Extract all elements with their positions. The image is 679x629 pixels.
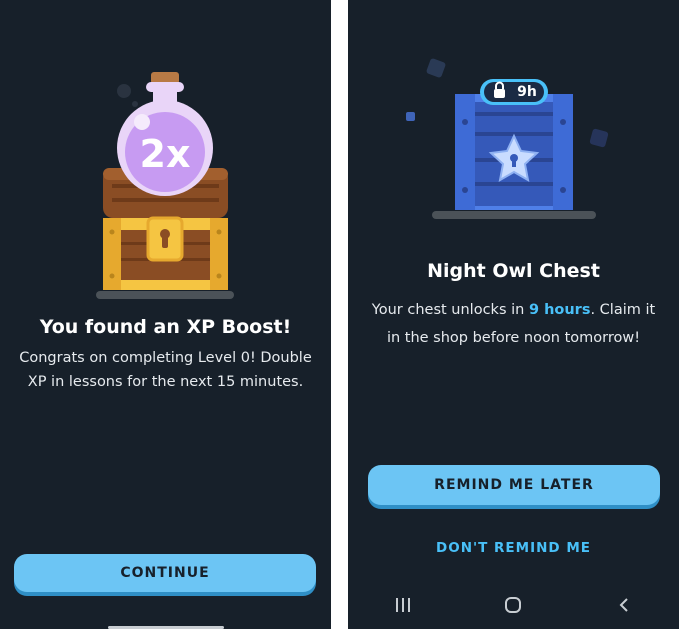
description-prefix: Your chest unlocks in bbox=[371, 302, 529, 318]
description-suffix: . Claim it bbox=[590, 302, 656, 318]
xp-boost-illustration: 2x bbox=[0, 60, 331, 300]
recent-apps-icon bbox=[396, 598, 411, 612]
chest-shadow bbox=[432, 211, 596, 219]
description-line-2: in the shop before noon tomorrow! bbox=[386, 330, 641, 346]
night-owl-chest-screen: 9h Night Owl Chest Your chest unlocks in… bbox=[348, 0, 679, 629]
description-line-1: Congrats on completing Level 0! Double bbox=[19, 350, 312, 366]
description-text: Your chest unlocks in 9 hours. Claim it … bbox=[356, 296, 671, 352]
chest-shadow bbox=[96, 291, 234, 299]
unlock-hours-highlight: 9 hours bbox=[528, 302, 591, 318]
xp-boost-screen: 2x You found an XP Boost! Congrats on co… bbox=[0, 0, 331, 629]
home-button[interactable] bbox=[493, 585, 533, 625]
page-title: Night Owl Chest bbox=[427, 260, 600, 282]
recent-apps-button[interactable] bbox=[383, 585, 423, 625]
dont-remind-me-button[interactable]: DON'T REMIND ME bbox=[348, 540, 679, 556]
continue-button[interactable]: CONTINUE bbox=[14, 554, 316, 592]
back-icon bbox=[619, 598, 628, 612]
system-nav-bar bbox=[348, 581, 679, 629]
description-line-1: Your chest unlocks in 9 hours. Claim it bbox=[356, 296, 671, 324]
boost-multiplier-label: 2x bbox=[139, 132, 191, 176]
back-button[interactable] bbox=[604, 585, 644, 625]
page-title: You found an XP Boost! bbox=[39, 316, 292, 338]
unlock-timer-label: 9h bbox=[517, 84, 537, 100]
description-line-2: XP in lessons for the next 15 minutes. bbox=[27, 374, 304, 390]
description-text: Congrats on completing Level 0! Double X… bbox=[10, 346, 321, 394]
remind-me-later-button[interactable]: REMIND ME LATER bbox=[368, 465, 660, 505]
home-icon bbox=[505, 597, 522, 613]
